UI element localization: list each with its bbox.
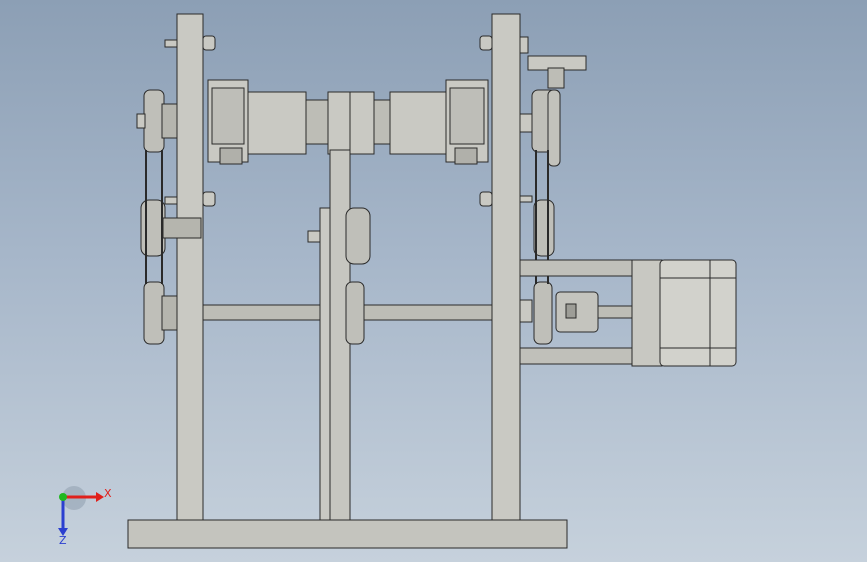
pin-right-top[interactable] bbox=[479, 35, 493, 51]
left-bearing-cap[interactable] bbox=[211, 87, 245, 145]
left-pulley-top[interactable] bbox=[143, 89, 165, 153]
axis-triad: X Z bbox=[58, 486, 112, 546]
sensor-mount[interactable] bbox=[547, 67, 565, 89]
x-axis-head bbox=[96, 492, 104, 502]
right-pulley-top-collar[interactable] bbox=[519, 113, 533, 133]
pin-right-mid[interactable] bbox=[479, 191, 493, 207]
y-axis-dot bbox=[59, 493, 67, 501]
pin-left-mid-bolt[interactable] bbox=[202, 191, 216, 207]
pin-left-mid[interactable] bbox=[164, 196, 178, 205]
motor-standoff-bottom[interactable] bbox=[519, 347, 633, 365]
x-axis-label: X bbox=[104, 487, 112, 500]
left-pulley-top-hub[interactable] bbox=[161, 103, 178, 139]
pin-right-top2[interactable] bbox=[519, 36, 529, 54]
left-roller-body[interactable] bbox=[247, 91, 307, 155]
motor-flange[interactable] bbox=[631, 259, 663, 367]
left-pulley-bot-hub[interactable] bbox=[161, 295, 178, 331]
center-coupling-right[interactable] bbox=[349, 91, 375, 155]
right-frame-plate[interactable] bbox=[491, 13, 521, 521]
center-pulley-bot[interactable] bbox=[345, 281, 365, 345]
left-frame-plate[interactable] bbox=[176, 13, 204, 521]
left-pulley-top-collar[interactable] bbox=[136, 113, 146, 129]
shaft-coupling[interactable] bbox=[555, 291, 599, 333]
pin-left-top[interactable] bbox=[164, 39, 178, 48]
left-roller-shaft[interactable] bbox=[305, 99, 329, 145]
motor-shaft[interactable] bbox=[597, 305, 633, 319]
pin-middle-stub[interactable] bbox=[307, 230, 321, 243]
left-pulley-mid-hub[interactable] bbox=[162, 217, 202, 239]
right-pulley-top-flange[interactable] bbox=[547, 89, 561, 167]
right-roller-shaft[interactable] bbox=[373, 99, 391, 145]
coupling-slot bbox=[565, 303, 577, 319]
pin-right-mid2[interactable] bbox=[519, 195, 533, 203]
base-plate[interactable] bbox=[127, 519, 568, 549]
center-pulley[interactable] bbox=[345, 207, 371, 265]
right-pulley-bot[interactable] bbox=[533, 281, 553, 345]
cad-model-view[interactable] bbox=[0, 0, 867, 562]
right-bearing-cap[interactable] bbox=[449, 87, 485, 145]
left-pulley-bot[interactable] bbox=[143, 281, 165, 345]
right-pulley-bot-collar[interactable] bbox=[519, 299, 533, 323]
pin-left-bolt[interactable] bbox=[202, 35, 216, 51]
right-bearing-nut[interactable] bbox=[454, 147, 478, 165]
center-coupling-left[interactable] bbox=[327, 91, 351, 155]
left-bearing-nut[interactable] bbox=[219, 147, 243, 165]
motor-standoff-top[interactable] bbox=[519, 259, 633, 277]
right-roller-body[interactable] bbox=[389, 91, 449, 155]
cad-viewport[interactable]: X Z bbox=[0, 0, 867, 562]
stepper-motor-body[interactable] bbox=[659, 259, 737, 367]
z-axis-label: Z bbox=[59, 534, 67, 546]
